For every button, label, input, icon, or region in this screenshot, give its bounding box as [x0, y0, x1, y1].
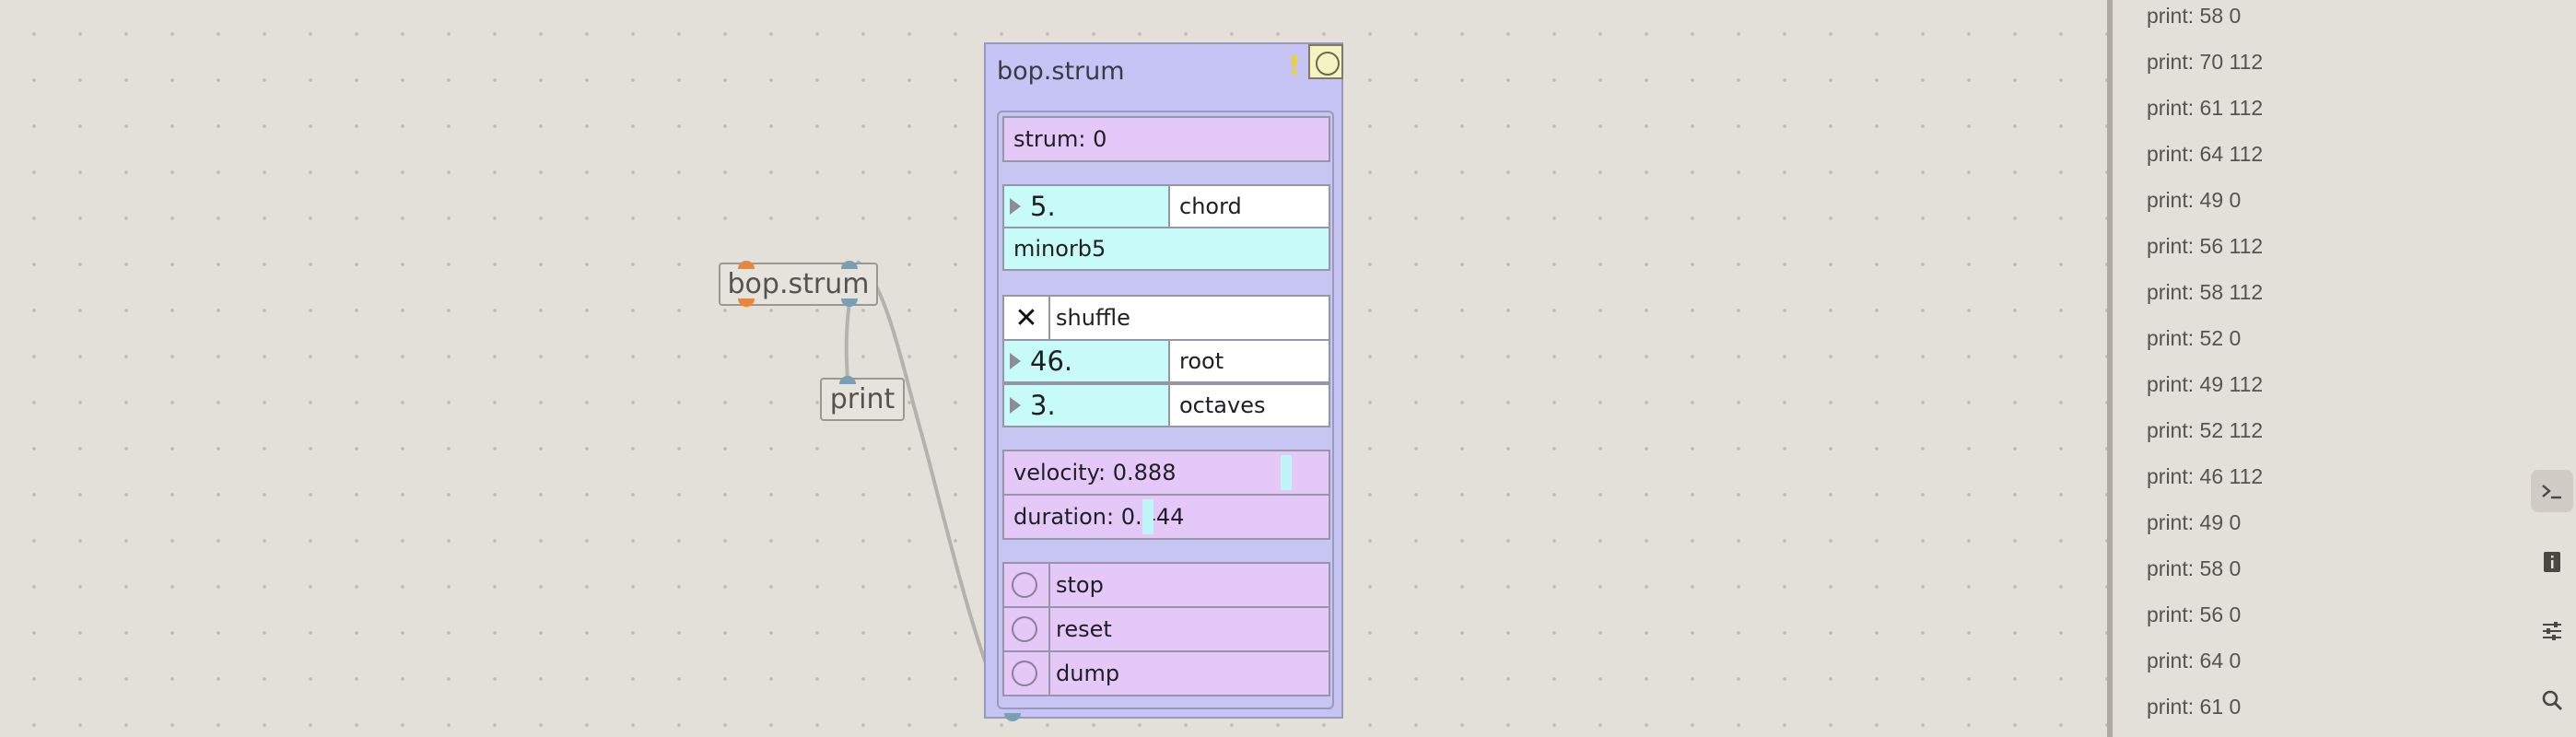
- root-label: root: [1179, 348, 1224, 374]
- button-circle-icon: [1012, 572, 1037, 598]
- chord-value: 5.: [1030, 191, 1056, 222]
- console-line[interactable]: print: 58 112: [2147, 280, 2263, 305]
- console-icon[interactable]: [2531, 470, 2573, 512]
- bpatcher-bop-strum[interactable]: bop.strum ! strum: 0 5. chord minorb5 ✕ …: [984, 42, 1343, 721]
- strum-display[interactable]: strum: 0: [1002, 116, 1330, 162]
- console-line[interactable]: print: 49 112: [2147, 372, 2263, 397]
- separator: [1048, 564, 1050, 606]
- console-line[interactable]: print: 56 112: [2147, 234, 2263, 259]
- object-print[interactable]: print: [820, 378, 905, 421]
- console-line[interactable]: print: 49 0: [2147, 510, 2241, 535]
- octaves-label: octaves: [1179, 392, 1266, 418]
- reset-button[interactable]: reset: [1002, 606, 1330, 652]
- max-console[interactable]: print: 58 0 print: 70 112 print: 61 112 pri…: [2113, 0, 2527, 737]
- dump-button[interactable]: dump: [1002, 650, 1330, 696]
- bang-button[interactable]: [1308, 44, 1343, 79]
- octaves-value: 3.: [1030, 390, 1056, 421]
- number-triangle-icon: [1010, 353, 1021, 369]
- duration-label: duration: 0.444: [1013, 504, 1185, 530]
- root-number-box[interactable]: 46.: [1002, 339, 1170, 383]
- sliders-icon[interactable]: [2531, 610, 2573, 652]
- checkbox-x-icon[interactable]: ✕: [1004, 297, 1050, 339]
- bang-icon: [1316, 52, 1340, 76]
- console-line[interactable]: print: 46 112: [2147, 464, 2263, 489]
- chord-label: chord: [1179, 193, 1242, 219]
- console-line[interactable]: print: 52 0: [2147, 326, 2241, 351]
- stop-label: stop: [1056, 572, 1104, 598]
- console-line[interactable]: print: 70 112: [2147, 50, 2263, 75]
- info-icon[interactable]: [2531, 541, 2573, 583]
- chord-number-box[interactable]: 5.: [1002, 184, 1170, 228]
- object-bop-strum-label: bop.strum: [727, 268, 870, 300]
- octaves-label-box: octaves: [1168, 383, 1330, 427]
- strum-label: strum: 0: [1013, 126, 1107, 152]
- number-triangle-icon: [1010, 397, 1021, 414]
- root-value: 46.: [1030, 345, 1073, 377]
- separator: [1048, 652, 1050, 695]
- console-line[interactable]: print: 64 0: [2147, 649, 2241, 673]
- bpatcher-title: bop.strum: [997, 57, 1125, 86]
- velocity-slider-knob[interactable]: [1281, 455, 1292, 490]
- reset-label: reset: [1056, 616, 1112, 642]
- object-print-label: print: [829, 383, 896, 415]
- console-line[interactable]: print: 49 0: [2147, 188, 2241, 213]
- shuffle-toggle[interactable]: ✕ shuffle: [1002, 295, 1330, 341]
- root-label-box: root: [1168, 339, 1330, 383]
- velocity-slider[interactable]: velocity: 0.888: [1002, 450, 1330, 496]
- duration-slider-knob[interactable]: [1142, 499, 1153, 534]
- console-line[interactable]: print: 58 0: [2147, 556, 2241, 581]
- right-sidebar-toolbar: [2527, 0, 2576, 737]
- console-line[interactable]: print: 56 0: [2147, 602, 2241, 627]
- button-circle-icon: [1012, 661, 1037, 686]
- chord-label-box: chord: [1168, 184, 1330, 228]
- velocity-label: velocity: 0.888: [1013, 460, 1177, 485]
- search-icon[interactable]: [2531, 679, 2573, 721]
- button-circle-icon: [1012, 616, 1037, 642]
- shuffle-label: shuffle: [1056, 305, 1130, 331]
- octaves-number-box[interactable]: 3.: [1002, 383, 1170, 427]
- stop-button[interactable]: stop: [1002, 562, 1330, 608]
- warning-icon: !: [1288, 50, 1300, 80]
- dump-label: dump: [1056, 661, 1120, 686]
- console-line[interactable]: print: 64 112: [2147, 142, 2263, 167]
- console-line[interactable]: print: 52 112: [2147, 418, 2263, 443]
- chord-name: minorb5: [1013, 236, 1107, 262]
- console-line[interactable]: print: 61 0: [2147, 695, 2241, 719]
- number-triangle-icon: [1010, 198, 1021, 215]
- bpatcher-panel: strum: 0 5. chord minorb5 ✕ shuffle 46. …: [997, 111, 1334, 709]
- console-line[interactable]: print: 61 112: [2147, 96, 2263, 121]
- duration-slider[interactable]: duration: 0.444: [1002, 494, 1330, 540]
- console-line[interactable]: print: 58 0: [2147, 4, 2241, 29]
- separator: [1048, 608, 1050, 650]
- chord-name-menu[interactable]: minorb5: [1002, 227, 1330, 271]
